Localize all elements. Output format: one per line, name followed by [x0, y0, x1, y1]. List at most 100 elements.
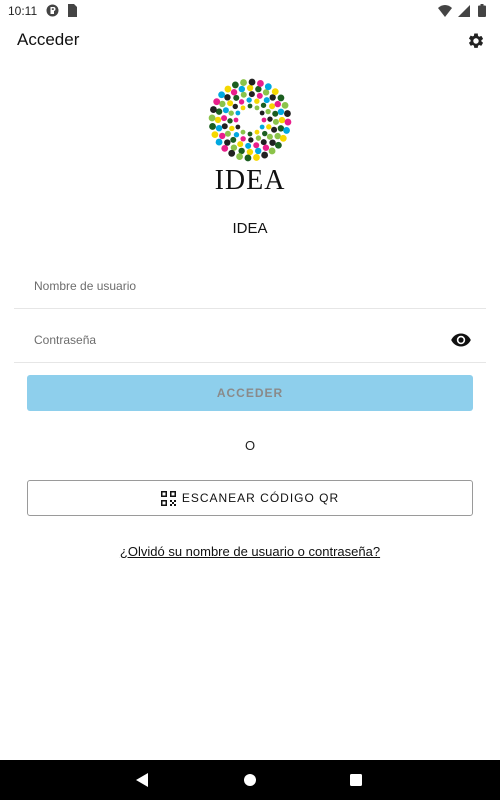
- logo-dot: [211, 131, 219, 139]
- page-title: Acceder: [17, 30, 80, 49]
- logo-dot: [224, 85, 232, 93]
- logo-dot: [271, 126, 278, 133]
- logo-dot: [235, 124, 241, 130]
- logo-dot: [218, 91, 225, 99]
- logo-dot: [255, 147, 262, 155]
- logo-dot: [248, 91, 255, 98]
- logo-dot: [254, 98, 260, 104]
- logo-dot: [224, 94, 231, 101]
- logo-dot: [259, 124, 265, 130]
- logo-dot: [221, 145, 229, 152]
- logo-dot: [214, 116, 222, 124]
- logo-dot: [231, 81, 239, 89]
- logo-dot: [236, 153, 243, 160]
- qr-code-icon: [160, 490, 176, 506]
- logo-dot: [261, 151, 269, 159]
- logo-dot: [267, 116, 273, 122]
- logo-dot: [240, 136, 246, 142]
- forgot-credentials-link[interactable]: ¿Olvidó su nombre de usuario o contraseñ…: [0, 544, 500, 559]
- logo-dot: [248, 78, 256, 86]
- logo-mark: [205, 75, 295, 165]
- eye-icon: [451, 333, 471, 347]
- logo-dot: [224, 139, 231, 146]
- logo-dot: [255, 135, 262, 141]
- home-icon: [244, 774, 256, 786]
- logo-flower-icon: [208, 78, 292, 162]
- logo-dot: [240, 129, 246, 135]
- logo-dot: [263, 97, 270, 104]
- logo-dot: [260, 102, 267, 108]
- logo-dot: [222, 107, 229, 114]
- logo-dot: [262, 144, 270, 151]
- logo-dot: [266, 133, 273, 140]
- logo-dot: [227, 100, 234, 107]
- username-input[interactable]: [14, 264, 486, 308]
- logo-dot: [215, 108, 223, 115]
- logo-dot: [238, 85, 245, 93]
- login-button[interactable]: ACCEDER: [27, 375, 473, 411]
- password-field-container: [14, 318, 486, 363]
- logo-dot: [233, 94, 240, 101]
- logo-dot: [246, 97, 252, 103]
- logo-dot: [260, 139, 267, 146]
- logo-dot: [277, 94, 285, 102]
- logo-dot: [272, 110, 279, 117]
- status-bar: 10:11: [0, 0, 500, 22]
- password-input[interactable]: [14, 318, 486, 362]
- wifi-icon: [438, 4, 452, 18]
- status-time: 10:11: [8, 4, 38, 18]
- logo-dot: [264, 83, 272, 91]
- nav-home-button[interactable]: [240, 770, 260, 790]
- username-field-container: [14, 264, 486, 309]
- scan-qr-label: ESCANEAR CÓDIGO QR: [181, 491, 340, 505]
- logo-dot: [240, 91, 247, 98]
- logo-dot: [254, 105, 260, 111]
- signal-icon: [458, 4, 472, 18]
- gear-icon: [468, 33, 484, 48]
- logo-dot: [227, 118, 233, 124]
- logo-dot: [257, 80, 264, 87]
- back-icon: [136, 773, 148, 787]
- logo-dot: [221, 115, 228, 122]
- logo-dot: [224, 130, 231, 137]
- logo-dot: [245, 142, 252, 149]
- nav-recent-button[interactable]: [346, 770, 366, 790]
- logo-dot: [210, 106, 217, 113]
- logo-dot: [240, 105, 246, 111]
- system-nav-bar: [0, 760, 500, 800]
- logo-dot: [284, 110, 291, 117]
- recent-apps-icon: [350, 774, 362, 786]
- logo-dot: [278, 116, 286, 124]
- logo-dot: [271, 88, 279, 95]
- logo-dot: [208, 114, 216, 122]
- or-divider-text: O: [244, 438, 256, 453]
- scan-qr-button[interactable]: ESCANEAR CÓDIGO QR: [27, 480, 473, 516]
- logo-dot: [277, 125, 285, 132]
- logo-dot: [283, 127, 290, 134]
- logo-dot: [233, 132, 240, 138]
- logo-dot: [230, 89, 238, 96]
- app-bar: Acceder: [0, 22, 500, 60]
- logo-dot: [277, 108, 285, 115]
- logo-dot: [247, 131, 253, 137]
- logo-dot: [228, 110, 234, 116]
- nav-back-button[interactable]: [132, 770, 152, 790]
- logo-dot: [256, 92, 263, 99]
- sim-icon: [66, 4, 80, 18]
- logo-dot: [268, 147, 276, 155]
- logo-dot: [261, 117, 267, 123]
- app-name: IDEA: [232, 220, 268, 237]
- logo-dot: [246, 84, 254, 92]
- logo-dot: [229, 125, 235, 132]
- logo-dot: [232, 103, 238, 110]
- logo-dot: [269, 103, 276, 110]
- logo-dot: [230, 136, 237, 143]
- logo-dot: [259, 110, 265, 116]
- logo-dot: [248, 137, 254, 143]
- settings-button[interactable]: [464, 29, 488, 53]
- logo-dot: [281, 101, 289, 109]
- logo-dot: [235, 110, 241, 116]
- logo-dot: [233, 117, 239, 123]
- password-visibility-toggle[interactable]: [450, 332, 472, 348]
- logo-dot: [255, 85, 262, 93]
